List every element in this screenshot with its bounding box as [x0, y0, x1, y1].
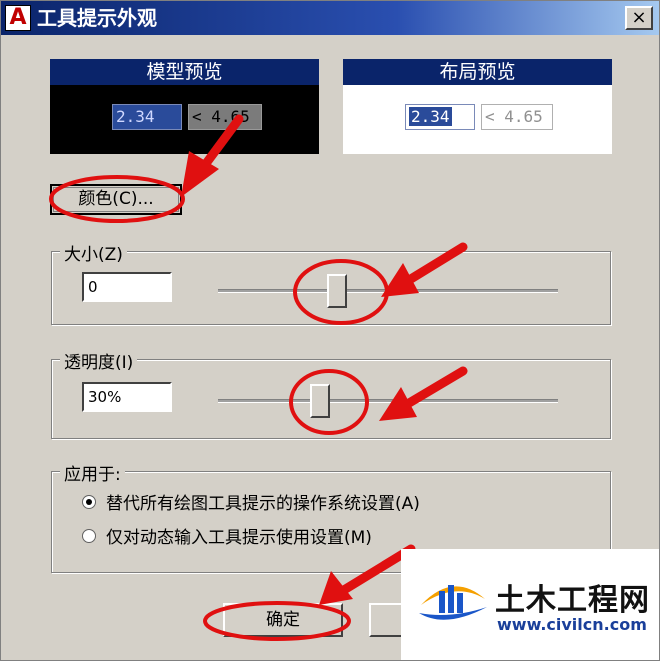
- autocad-app-icon: A: [5, 5, 31, 31]
- watermark-site-name: 土木工程网: [495, 583, 650, 618]
- size-slider-track[interactable]: [218, 289, 558, 293]
- model-preview-tooltip-field: < 4.65: [188, 104, 262, 130]
- transparency-input[interactable]: 30%: [82, 382, 172, 412]
- layout-preview-tooltip-field: < 4.65: [481, 104, 553, 130]
- size-group: 大小(Z) 0: [51, 240, 611, 325]
- model-preview-value-field: 2.34: [112, 104, 182, 130]
- radio-override-os-settings[interactable]: 替代所有绘图工具提示的操作系统设置(A): [82, 492, 420, 516]
- color-button[interactable]: 颜色(C)...: [50, 184, 182, 215]
- model-preview: 模型预览 2.34 < 4.65: [50, 59, 319, 154]
- close-button[interactable]: ×: [625, 6, 653, 30]
- radio-dynamic-input-only-label: 仅对动态输入工具提示使用设置(M): [106, 528, 372, 548]
- layout-preview-value-field: 2.34: [405, 104, 475, 130]
- layout-preview-title: 布局预览: [343, 59, 612, 85]
- tooltip-appearance-dialog: A 工具提示外观 × 模型预览 2.34 < 4.65 布局预览 2.34 < …: [0, 0, 660, 661]
- model-preview-title: 模型预览: [50, 59, 319, 85]
- radio-override-os-settings-label: 替代所有绘图工具提示的操作系统设置(A): [106, 494, 420, 514]
- radio-button-icon[interactable]: [82, 495, 96, 509]
- transparency-group-label: 透明度(I): [60, 348, 138, 373]
- civilcn-logo-icon: [419, 585, 487, 620]
- size-input[interactable]: 0: [82, 272, 172, 302]
- watermark-site-url: www.civilcn.com: [497, 615, 647, 634]
- annotation-arrowhead-ok: [319, 571, 353, 605]
- size-group-label: 大小(Z): [60, 240, 127, 265]
- transparency-slider-track[interactable]: [218, 399, 558, 403]
- size-slider-thumb[interactable]: [327, 274, 347, 308]
- apply-to-group-label: 应用于:: [60, 460, 125, 485]
- title-bar[interactable]: A 工具提示外观 ×: [1, 1, 659, 35]
- transparency-slider-thumb[interactable]: [310, 384, 330, 418]
- radio-dynamic-input-only[interactable]: 仅对动态输入工具提示使用设置(M): [82, 526, 372, 550]
- ok-button[interactable]: 确定: [223, 603, 343, 637]
- transparency-group: 透明度(I) 30%: [51, 348, 611, 439]
- annotation-arrowhead-color: [181, 151, 219, 197]
- radio-button-icon[interactable]: [82, 529, 96, 543]
- layout-preview: 布局预览 2.34 < 4.65: [343, 59, 612, 154]
- layout-preview-value-text: 2.34: [409, 107, 452, 126]
- site-watermark: 土木工程网 www.civilcn.com: [401, 549, 659, 660]
- window-title: 工具提示外观: [37, 6, 157, 30]
